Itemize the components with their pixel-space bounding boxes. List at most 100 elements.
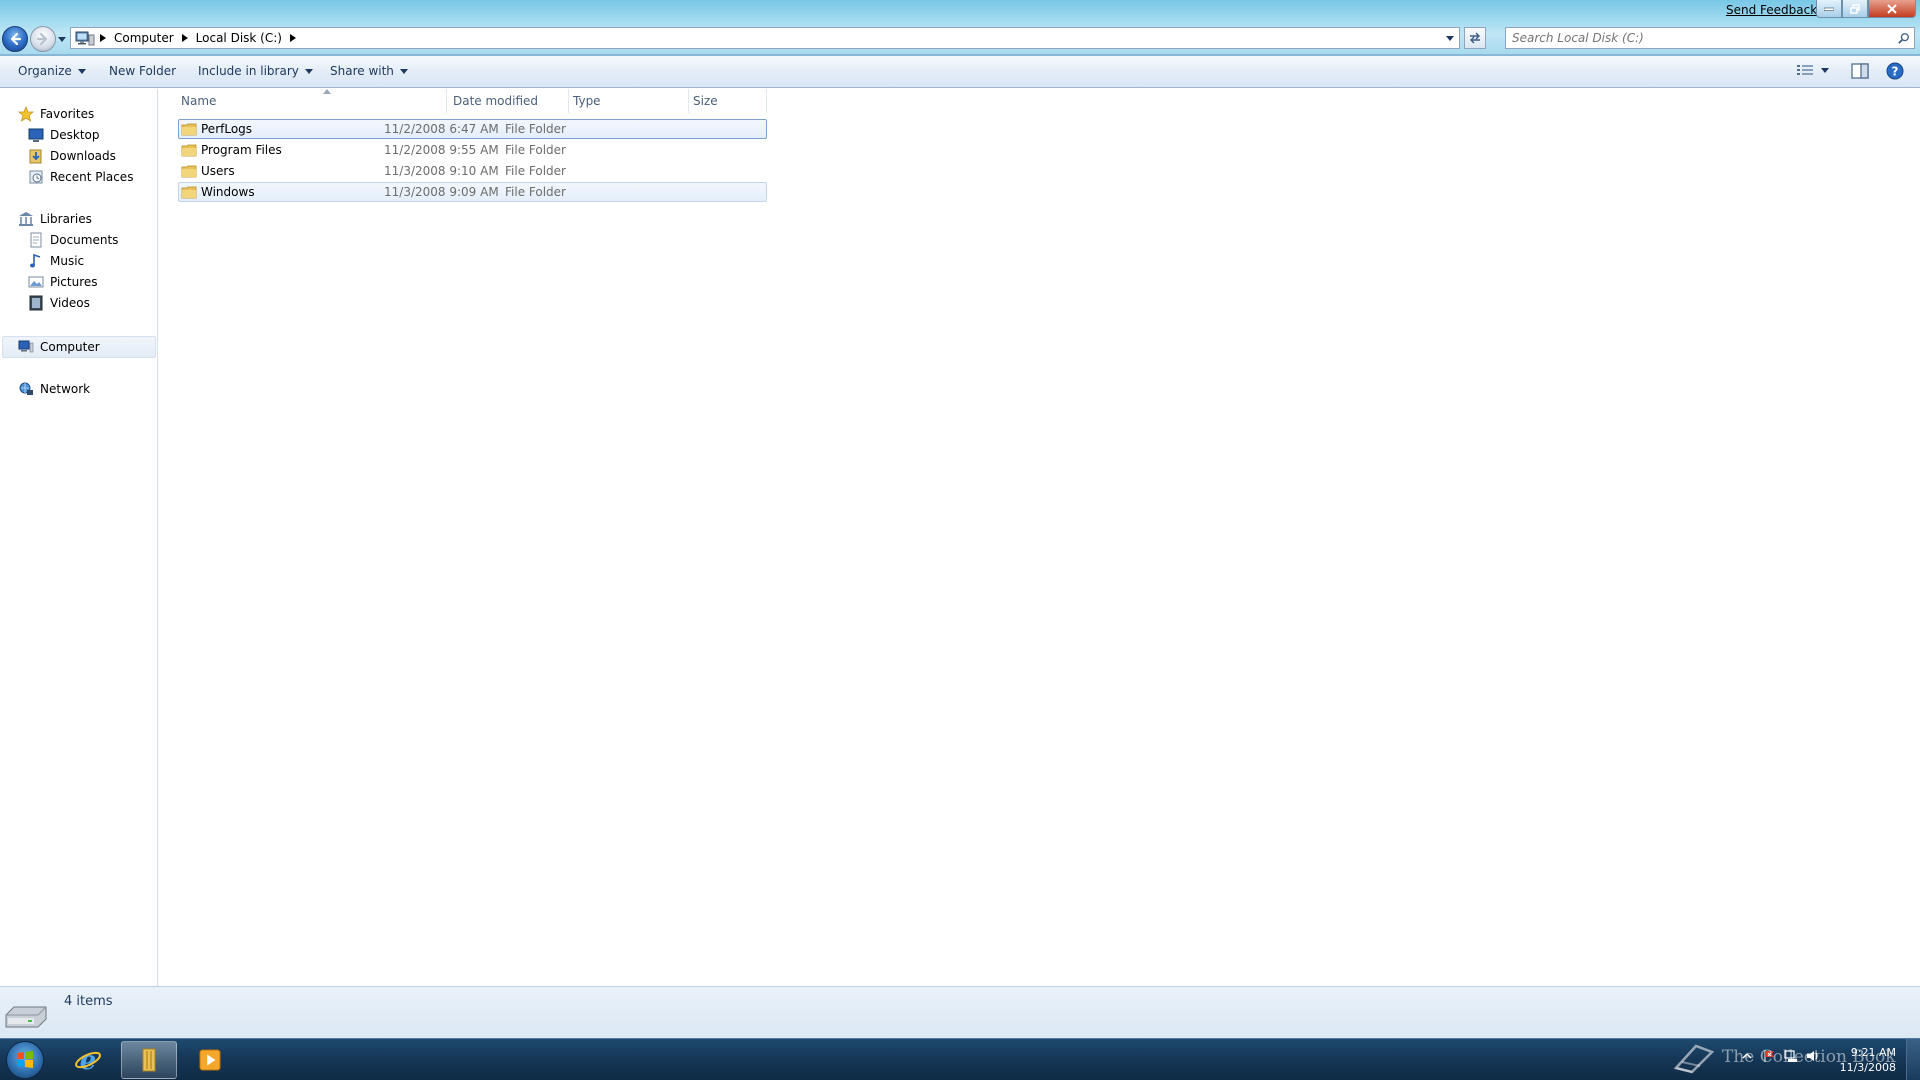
breadcrumb-computer[interactable]: Computer	[110, 28, 178, 48]
column-header-date-label: Date modified	[453, 94, 539, 108]
nav-music-label: Music	[50, 254, 85, 268]
back-arrow-icon	[10, 32, 22, 46]
file-type: File Folder	[505, 164, 566, 178]
nav-videos[interactable]: Videos	[28, 293, 90, 313]
nav-network[interactable]: Network	[18, 379, 90, 399]
recent-pages-dropdown-icon[interactable]	[58, 35, 66, 43]
share-with-label: Share with	[330, 64, 394, 78]
file-type: File Folder	[505, 185, 566, 199]
svg-text:e: e	[80, 1046, 97, 1074]
help-icon[interactable]: ?	[1886, 62, 1904, 80]
back-button[interactable]	[2, 26, 28, 52]
nav-libraries-label: Libraries	[40, 212, 92, 226]
column-header-date-modified[interactable]: Date modified	[449, 89, 569, 113]
refresh-icon	[1470, 32, 1480, 44]
nav-downloads-label: Downloads	[50, 149, 116, 163]
column-header-type[interactable]: Type	[569, 89, 689, 113]
share-with-menu[interactable]: Share with	[330, 64, 408, 78]
preview-pane-icon[interactable]	[1851, 63, 1869, 79]
column-header-type-label: Type	[573, 94, 601, 108]
nav-favorites[interactable]: Favorites	[18, 104, 94, 124]
nav-recent-places[interactable]: Recent Places	[28, 167, 133, 187]
sort-ascending-icon	[323, 89, 331, 94]
file-list-pane: Name Date modified Type Size PerfLogs 11…	[159, 89, 1920, 986]
taskbar: e 9:21 AM 11/3/2008	[0, 1038, 1920, 1080]
address-bar[interactable]: Computer Local Disk (C:)	[70, 27, 1460, 49]
folder-icon	[181, 123, 197, 136]
navigation-pane: Favorites Desktop Downloads Recent Place…	[0, 89, 158, 986]
chevron-down-icon	[1446, 35, 1454, 41]
organize-menu[interactable]: Organize	[18, 64, 86, 78]
nav-downloads[interactable]: Downloads	[28, 146, 116, 166]
file-row-windows[interactable]: Windows 11/3/2008 9:09 AM File Folder	[178, 182, 767, 202]
file-name: Users	[201, 164, 235, 178]
folder-icon	[181, 186, 197, 199]
forward-arrow-icon	[36, 32, 48, 46]
refresh-button[interactable]	[1464, 27, 1486, 49]
column-header-size[interactable]: Size	[689, 89, 767, 113]
file-date: 11/3/2008 9:09 AM	[384, 185, 499, 199]
items-count: 4 items	[64, 994, 113, 1009]
windows-logo-icon	[17, 1051, 33, 1068]
nav-music[interactable]: Music	[28, 251, 84, 271]
taskbar-media-player[interactable]	[182, 1041, 238, 1079]
chevron-right-icon	[181, 34, 188, 42]
nav-desktop-label: Desktop	[50, 128, 100, 142]
nav-libraries[interactable]: Libraries	[18, 209, 92, 229]
star-icon	[18, 106, 34, 122]
documents-icon	[28, 232, 44, 248]
send-feedback-link[interactable]: Send Feedback	[1726, 3, 1817, 17]
windows-explorer-icon	[142, 1048, 156, 1072]
breadcrumb-separator[interactable]	[96, 29, 110, 47]
breadcrumb-separator[interactable]	[178, 29, 192, 47]
column-headers: Name Date modified Type Size	[177, 89, 767, 113]
title-bar: Computer Local Disk (C:) Send Feedback	[0, 0, 1920, 56]
local-disk-icon	[5, 1006, 47, 1028]
nav-computer[interactable]: Computer	[18, 337, 100, 357]
file-row-users[interactable]: Users 11/3/2008 9:10 AM File Folder	[178, 161, 767, 181]
column-header-name[interactable]: Name	[177, 89, 447, 113]
nav-documents-label: Documents	[50, 233, 119, 247]
file-name: Windows	[201, 185, 255, 199]
show-desktop-button[interactable]	[1906, 1039, 1920, 1080]
change-view-button[interactable]	[1797, 64, 1829, 76]
breadcrumb-separator[interactable]	[286, 29, 300, 47]
media-player-icon	[199, 1049, 221, 1071]
file-row-perflogs[interactable]: PerfLogs 11/2/2008 6:47 AM File Folder	[178, 119, 767, 139]
new-folder-button[interactable]: New Folder	[109, 64, 176, 78]
file-type: File Folder	[505, 122, 566, 136]
breadcrumb-local-disk[interactable]: Local Disk (C:)	[192, 28, 286, 48]
file-date: 11/2/2008 9:55 AM	[384, 143, 499, 157]
nav-network-label: Network	[40, 382, 91, 396]
file-date: 11/3/2008 9:10 AM	[384, 164, 499, 178]
internet-explorer-icon: e	[75, 1046, 101, 1074]
command-bar: Organize New Folder Include in library S…	[0, 56, 1920, 88]
search-input[interactable]	[1506, 28, 1894, 48]
nav-favorites-label: Favorites	[40, 107, 95, 121]
nav-pictures-label: Pictures	[50, 275, 98, 289]
minimize-icon	[1824, 7, 1834, 11]
folder-icon	[181, 165, 197, 178]
taskbar-internet-explorer[interactable]: e	[60, 1041, 116, 1079]
file-row-program-files[interactable]: Program Files 11/2/2008 9:55 AM File Fol…	[178, 140, 767, 160]
close-icon	[1887, 3, 1897, 14]
folder-icon	[181, 144, 197, 157]
nav-desktop[interactable]: Desktop	[28, 125, 100, 145]
pictures-icon	[28, 274, 44, 290]
include-in-library-menu[interactable]: Include in library	[198, 64, 313, 78]
start-button[interactable]	[6, 1041, 44, 1079]
search-icon[interactable]	[1894, 28, 1914, 48]
restore-button[interactable]	[1842, 0, 1868, 18]
address-history-dropdown[interactable]	[1441, 28, 1459, 48]
forward-button[interactable]	[30, 26, 56, 52]
watermark: The Collection Book	[1672, 1040, 1896, 1074]
minimize-button[interactable]	[1816, 0, 1842, 18]
computer-icon	[18, 339, 34, 355]
nav-pictures[interactable]: Pictures	[28, 272, 98, 292]
close-button[interactable]	[1868, 0, 1916, 18]
desktop-icon	[28, 127, 44, 143]
nav-documents[interactable]: Documents	[28, 230, 118, 250]
search-box[interactable]	[1505, 27, 1915, 49]
new-folder-label: New Folder	[109, 64, 177, 78]
taskbar-windows-explorer[interactable]	[121, 1041, 177, 1079]
